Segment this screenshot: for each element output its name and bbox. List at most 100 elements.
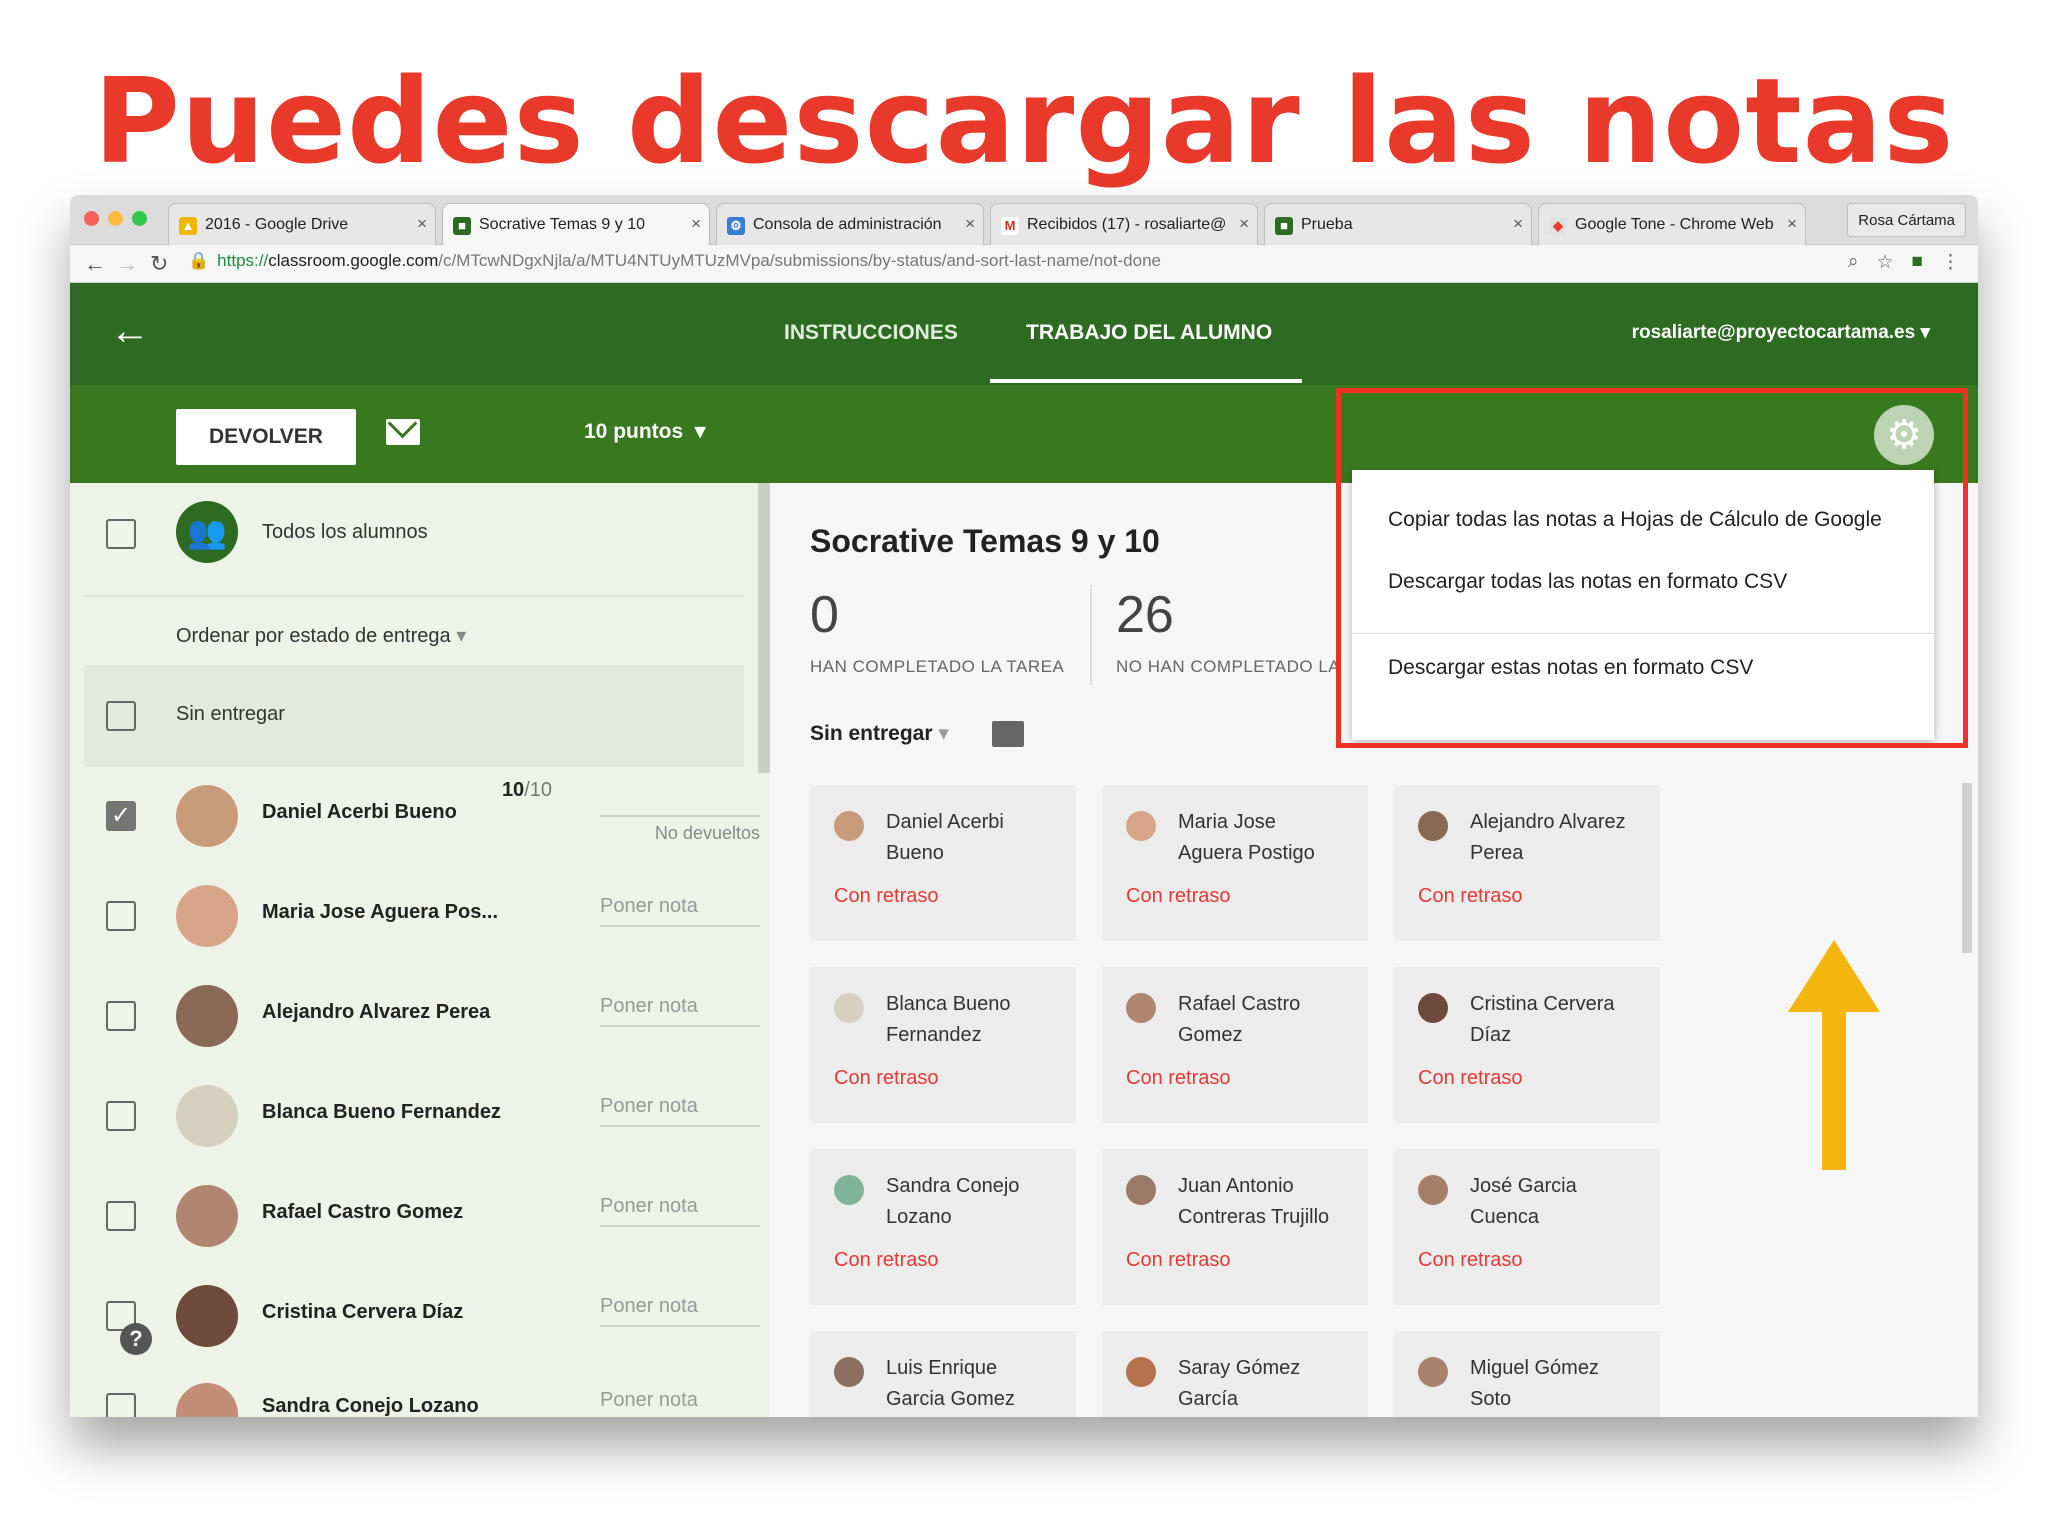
- folder-icon[interactable]: [992, 721, 1024, 747]
- select-all-checkbox[interactable]: [106, 519, 136, 549]
- student-card[interactable]: Saray Gómez García: [1102, 1331, 1368, 1417]
- tab-student-work[interactable]: TRABAJO DEL ALUMNO: [1026, 321, 1272, 345]
- grade-input[interactable]: Poner nota: [600, 1195, 698, 1218]
- avatar: [834, 811, 864, 841]
- help-icon[interactable]: ?: [120, 1323, 152, 1355]
- card-name: Blanca Bueno Fernandez: [886, 989, 1066, 1051]
- tab-label: Recibidos (17) - rosaliarte@: [1027, 216, 1227, 233]
- grade-input[interactable]: Poner nota: [600, 895, 698, 918]
- profile-button[interactable]: Rosa Cártama: [1847, 203, 1966, 237]
- grade-value[interactable]: 10/10: [502, 779, 552, 802]
- student-checkbox[interactable]: [106, 1101, 136, 1131]
- menu-dots-icon[interactable]: ⋮: [1941, 251, 1960, 274]
- grade-input[interactable]: Poner nota: [600, 1389, 698, 1412]
- grade-input[interactable]: Poner nota: [600, 1295, 698, 1318]
- sort-dropdown[interactable]: Ordenar por estado de entrega ▾: [176, 623, 466, 648]
- zoom-icon[interactable]: ⌕: [1848, 251, 1859, 274]
- close-window-button[interactable]: [84, 211, 99, 226]
- student-checkbox[interactable]: [106, 1393, 136, 1417]
- student-checkbox[interactable]: [106, 901, 136, 931]
- student-name: Sandra Conejo Lozano: [262, 1395, 479, 1417]
- card-name-line: Luis Enrique: [886, 1357, 998, 1379]
- avatar: [1418, 1175, 1448, 1205]
- section-checkbox[interactable]: [106, 701, 136, 731]
- avatar: [1418, 993, 1448, 1023]
- chrome-web-store-icon: ◆: [1549, 217, 1567, 235]
- close-tab-icon[interactable]: ×: [965, 214, 975, 234]
- grade-input[interactable]: Poner nota: [600, 1095, 698, 1118]
- student-name: Cristina Cervera Díaz: [262, 1301, 464, 1323]
- maximize-window-button[interactable]: [132, 211, 147, 226]
- tab-label: Google Tone - Chrome Web: [1575, 216, 1774, 233]
- highlight-box: [1336, 388, 1968, 748]
- browser-tab-prueba[interactable]: ■ Prueba ×: [1264, 203, 1532, 245]
- forward-arrow-icon[interactable]: →: [116, 251, 138, 277]
- card-name-line: Gomez: [1178, 1024, 1243, 1046]
- done-label: HAN COMPLETADO LA TAREA: [810, 657, 1065, 676]
- email-icon[interactable]: [386, 419, 420, 445]
- tab-instructions[interactable]: INSTRUCCIONES: [784, 321, 958, 345]
- avatar: [176, 885, 238, 947]
- sort-label: Ordenar por estado de entrega: [176, 625, 451, 647]
- close-tab-icon[interactable]: ×: [1239, 214, 1249, 234]
- back-arrow-icon[interactable]: ←: [84, 251, 106, 277]
- student-checkbox[interactable]: ✓: [106, 801, 136, 831]
- student-card[interactable]: Miguel Gómez Soto: [1394, 1331, 1660, 1417]
- browser-tab-socrative[interactable]: ■ Socrative Temas 9 y 10 ×: [442, 203, 710, 245]
- classroom-extension-icon[interactable]: ■: [1912, 251, 1923, 274]
- divider: [1090, 585, 1092, 685]
- scrollbar[interactable]: [1962, 783, 1972, 953]
- tab-label: Prueba: [1301, 216, 1353, 233]
- account-menu[interactable]: rosaliarte@proyectocartama.es ▾: [1632, 321, 1930, 344]
- student-checkbox[interactable]: [106, 1001, 136, 1031]
- avatar: [1418, 811, 1448, 841]
- url-path: /c/MTcwNDgxNjla/a/MTU4NTUyMTUzMVpa/submi…: [438, 251, 1161, 270]
- browser-tab-drive[interactable]: ▲ 2016 - Google Drive ×: [168, 203, 436, 245]
- avatar: [176, 985, 238, 1047]
- grade-score: 10: [501, 779, 525, 801]
- url-host: classroom.google.com: [268, 251, 439, 270]
- student-card[interactable]: Rafael Castro Gomez Con retraso: [1102, 967, 1368, 1123]
- grade-status: No devueltos: [654, 823, 760, 843]
- browser-tab-admin[interactable]: ⚙ Consola de administración ×: [716, 203, 984, 245]
- scrollbar[interactable]: [758, 483, 770, 773]
- student-card[interactable]: Maria Jose Aguera Postigo Con retraso: [1102, 785, 1368, 941]
- browser-tab-gmail[interactable]: M Recibidos (17) - rosaliarte@ ×: [990, 203, 1258, 245]
- screenshot-window: ▲ 2016 - Google Drive × ■ Socrative Tema…: [70, 195, 1978, 1417]
- address-bar: ← → ↻ 🔒 https://classroom.google.com/c/MT…: [70, 245, 1978, 283]
- status-filter-dropdown[interactable]: Sin entregar ▾: [810, 721, 949, 746]
- tab-label: 2016 - Google Drive: [205, 216, 349, 233]
- close-tab-icon[interactable]: ×: [1787, 214, 1797, 234]
- avatar: [834, 1357, 864, 1387]
- student-card[interactable]: Alejandro Alvarez Perea Con retraso: [1394, 785, 1660, 941]
- card-name-line: Cristina Cervera: [1470, 993, 1615, 1015]
- student-card[interactable]: Cristina Cervera Díaz Con retraso: [1394, 967, 1660, 1123]
- card-name: Alejandro Alvarez Perea: [1470, 807, 1650, 869]
- student-card[interactable]: Juan Antonio Contreras Trujillo Con retra…: [1102, 1149, 1368, 1305]
- back-arrow-icon[interactable]: ←: [110, 309, 150, 354]
- student-card[interactable]: José Garcia Cuenca Con retraso: [1394, 1149, 1660, 1305]
- grade-input[interactable]: Poner nota: [600, 995, 698, 1018]
- return-button[interactable]: DEVOLVER: [176, 409, 356, 465]
- card-name-line: Díaz: [1470, 1024, 1512, 1046]
- student-card[interactable]: Luis Enrique Garcia Gomez: [810, 1331, 1076, 1417]
- reload-icon[interactable]: ↻: [150, 251, 168, 277]
- student-card[interactable]: Blanca Bueno Fernandez Con retraso: [810, 967, 1076, 1123]
- card-name-line: Maria Jose: [1178, 811, 1276, 833]
- all-students-label: Todos los alumnos: [262, 521, 428, 543]
- points-selector[interactable]: 10 puntos ▾: [584, 419, 705, 444]
- student-list-panel: 👥 Todos los alumnos Ordenar por estado d…: [70, 483, 770, 1417]
- card-name-line: Soto: [1470, 1388, 1512, 1410]
- url-field[interactable]: 🔒 https://classroom.google.com/c/MTcwNDgx…: [188, 251, 1161, 271]
- browser-tab-tone[interactable]: ◆ Google Tone - Chrome Web ×: [1538, 203, 1806, 245]
- student-card[interactable]: Sandra Conejo Lozano Con retraso: [810, 1149, 1076, 1305]
- student-checkbox[interactable]: [106, 1201, 136, 1231]
- close-tab-icon[interactable]: ×: [691, 214, 701, 234]
- bookmark-star-icon[interactable]: ☆: [1876, 251, 1893, 274]
- dropdown-arrow-icon: ▾: [694, 420, 706, 443]
- student-card[interactable]: Daniel Acerbi Bueno Con retraso: [810, 785, 1076, 941]
- close-tab-icon[interactable]: ×: [417, 214, 427, 234]
- close-tab-icon[interactable]: ×: [1513, 214, 1523, 234]
- arrow-shape: [1788, 940, 1880, 1170]
- minimize-window-button[interactable]: [108, 211, 123, 226]
